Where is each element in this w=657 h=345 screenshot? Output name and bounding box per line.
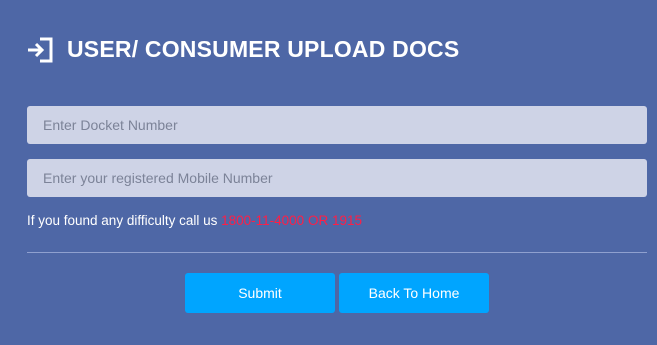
back-to-home-button[interactable]: Back To Home (339, 273, 489, 313)
help-message: If you found any difficulty call us 1800… (27, 213, 362, 228)
help-text: If you found any difficulty call us (27, 213, 218, 228)
submit-button[interactable]: Submit (185, 273, 335, 313)
mobile-number-input[interactable] (27, 159, 647, 197)
page-title: USER/ CONSUMER UPLOAD DOCS (67, 36, 460, 62)
docket-number-input[interactable] (27, 106, 647, 144)
help-phone-number: 1800-11-4000 OR 1915 (221, 213, 362, 228)
divider (27, 252, 647, 253)
page-header: USER/ CONSUMER UPLOAD DOCS (27, 36, 459, 63)
sign-in-icon (27, 37, 53, 63)
